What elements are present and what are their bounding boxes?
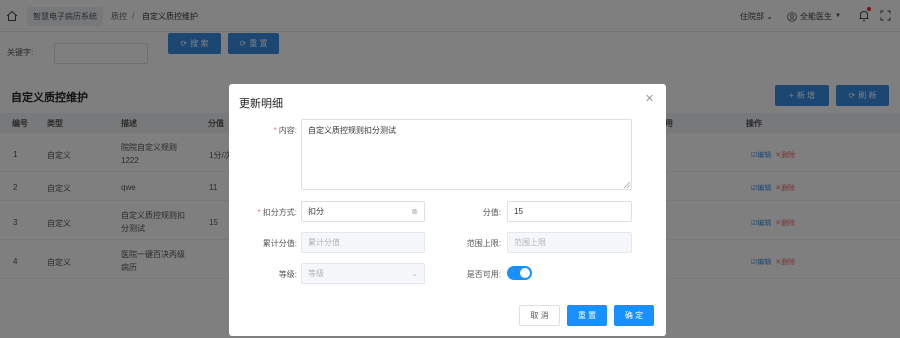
enabled-switch[interactable] (507, 266, 532, 280)
chevron-down-icon: ⌄ (411, 269, 418, 278)
switch-knob (520, 268, 530, 278)
confirm-button[interactable]: 确 定 (614, 305, 654, 326)
deduct-method-label: * 扣分方式: (257, 208, 297, 217)
score-label: 分值: (482, 208, 501, 217)
update-detail-dialog: 更新明细 ✕ * 内容: 自定义质控规则扣分测试 * 扣分方式: 扣分 ⊗ 分值: … (229, 84, 666, 336)
range-limit-input[interactable]: 范围上限 (507, 232, 632, 253)
content-label: * 内容: (273, 126, 297, 135)
deduct-method-select[interactable]: 扣分 ⊗ (301, 201, 425, 222)
level-select[interactable]: 等级 ⌄ (301, 263, 425, 284)
cumulative-score-label: 累计分值: (262, 239, 297, 248)
cumulative-score-placeholder: 累计分值 (308, 238, 340, 247)
cancel-button[interactable]: 取 消 (519, 305, 560, 326)
enabled-label: 是否可用: (466, 270, 501, 279)
deduct-method-value: 扣分 (308, 207, 324, 216)
content-value: 自定义质控规则扣分测试 (308, 126, 396, 135)
level-placeholder: 等级 (308, 269, 324, 278)
content-label-text: 内容: (278, 126, 297, 135)
score-input[interactable]: 15 (507, 201, 632, 222)
range-limit-label: 范围上限: (466, 239, 501, 248)
cumulative-score-input[interactable]: 累计分值 (301, 232, 425, 253)
clear-icon[interactable]: ⊗ (411, 207, 418, 216)
dialog-title: 更新明细 (239, 98, 283, 110)
content-textarea[interactable]: 自定义质控规则扣分测试 (301, 119, 632, 190)
reset-button[interactable]: 重 置 (567, 305, 607, 326)
score-value: 15 (514, 207, 523, 216)
range-limit-placeholder: 范围上限 (514, 238, 546, 247)
level-label: 等级: (278, 270, 297, 279)
deduct-method-label-text: 扣分方式: (262, 208, 297, 217)
resize-handle-icon[interactable] (624, 182, 630, 188)
close-icon[interactable]: ✕ (645, 92, 654, 105)
